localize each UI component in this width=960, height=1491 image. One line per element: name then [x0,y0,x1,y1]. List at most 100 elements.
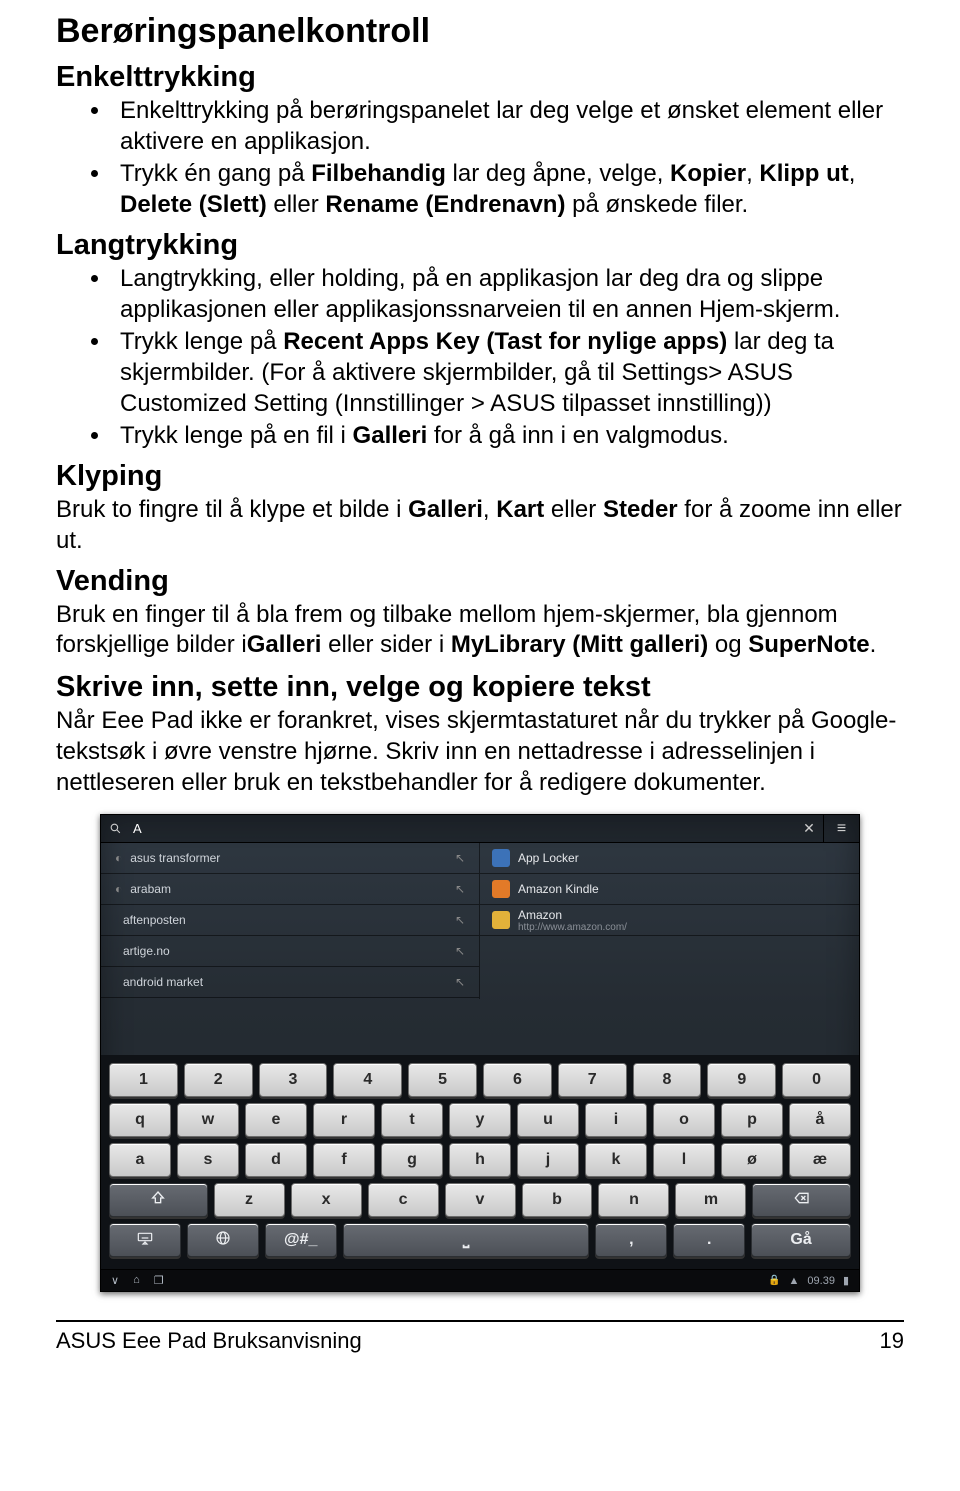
clock-icon: ◐ [115,882,122,896]
key-x[interactable]: x [291,1183,362,1217]
list-item: Trykk lenge på en fil i Galleri for å gå… [112,421,904,452]
key-n[interactable]: n [598,1183,669,1217]
shift-key[interactable] [109,1183,208,1217]
list-langtrykking: Langtrykking, eller holding, på en appli… [56,264,904,452]
bold: Galleri [353,422,428,449]
clock-icon: ◐ [115,851,122,865]
key-h[interactable]: h [449,1143,511,1177]
key-i[interactable]: i [585,1103,647,1137]
bold: Galleri [408,496,483,523]
key-m[interactable]: m [675,1183,746,1217]
backspace-key[interactable] [752,1183,851,1217]
app-icon [492,911,510,929]
key-å[interactable]: å [789,1103,851,1137]
list-item: Langtrykking, eller holding, på en appli… [112,264,904,325]
clear-icon[interactable]: ✕ [795,815,823,842]
key-z[interactable]: z [214,1183,285,1217]
tablet-screenshot: ✕ ≡ ◐asus transformer↖ ◐arabam↖ aftenpos… [100,814,860,1292]
key-s[interactable]: s [177,1143,239,1177]
key-v[interactable]: v [445,1183,516,1217]
key-2[interactable]: 2 [184,1063,253,1097]
key-b[interactable]: b [522,1183,593,1217]
key-q[interactable]: q [109,1103,171,1137]
go-key[interactable]: Gå [751,1223,851,1257]
menu-icon[interactable]: ≡ [823,815,859,842]
suggestion-item[interactable]: android market↖ [101,967,479,998]
text: Trykk lenge på [120,328,283,355]
app-result-item[interactable]: App Locker [480,843,859,874]
key-g[interactable]: g [381,1143,443,1177]
text: Langtrykking, eller holding, på en appli… [120,265,840,323]
key-ø[interactable]: ø [721,1143,783,1177]
system-navbar: ∨ ⌂ ❐ 🔒 ▲ 09.39 ▮ [101,1269,859,1291]
key-d[interactable]: d [245,1143,307,1177]
heading-skrive-inn: Skrive inn, sette inn, velge og kopiere … [56,671,904,704]
list-item: Enkelttrykking på berøringspanelet lar d… [112,96,904,157]
text: på ønskede filer. [565,191,748,218]
list-enkelttrykking: Enkelttrykking på berøringspanelet lar d… [56,96,904,221]
page-title: Berøringspanelkontroll [56,12,904,51]
suggestion-item[interactable]: aftenposten ↖ [101,905,479,936]
period-key[interactable]: . [673,1223,745,1257]
key-e[interactable]: e [245,1103,307,1137]
app-result-item[interactable]: Amazonhttp://www.amazon.com/ [480,905,859,936]
key-7[interactable]: 7 [558,1063,627,1097]
key-l[interactable]: l [653,1143,715,1177]
suggestion-item[interactable]: ◐arabam↖ [101,874,479,905]
key-4[interactable]: 4 [333,1063,402,1097]
key-t[interactable]: t [381,1103,443,1137]
key-c[interactable]: c [368,1183,439,1217]
key-0[interactable]: 0 [782,1063,851,1097]
arrow-icon: ↖ [455,913,465,927]
search-icon[interactable] [101,815,129,842]
backspace-icon [794,1190,810,1211]
key-6[interactable]: 6 [483,1063,552,1097]
app-name: Amazon [518,908,627,922]
paragraph-skrive-inn: Når Eee Pad ikke er forankret, vises skj… [56,706,904,798]
bold: Rename (Endrenavn) [325,191,565,218]
search-bar: ✕ ≡ [101,815,859,843]
bold: Filbehandig [311,160,446,187]
symbols-key[interactable]: @#_ [265,1223,337,1257]
text: , [483,496,496,523]
arrow-icon: ↖ [455,975,465,989]
bold: Kart [496,496,544,523]
key-p[interactable]: p [721,1103,783,1137]
key-o[interactable]: o [653,1103,715,1137]
suggestion-item[interactable]: ◐asus transformer↖ [101,843,479,874]
language-key[interactable] [187,1223,259,1257]
hide-keyboard-key[interactable] [109,1223,181,1257]
key-w[interactable]: w [177,1103,239,1137]
key-u[interactable]: u [517,1103,579,1137]
key-9[interactable]: 9 [707,1063,776,1097]
key-f[interactable]: f [313,1143,375,1177]
keyboard-row-4: zxcvbnm [109,1183,851,1217]
suggestion-label: aftenposten [123,913,186,927]
key-j[interactable]: j [517,1143,579,1177]
key-1[interactable]: 1 [109,1063,178,1097]
recent-icon[interactable]: ❐ [154,1274,164,1287]
key-a[interactable]: a [109,1143,171,1177]
key-æ[interactable]: æ [789,1143,851,1177]
search-input[interactable] [129,815,795,842]
space-key[interactable]: ⎵ [343,1223,590,1257]
text: Enkelttrykking på berøringspanelet lar d… [120,97,883,155]
text: Trykk én gang på [120,160,311,187]
suggestion-item[interactable]: artige.no↖ [101,936,479,967]
back-icon[interactable]: ∨ [111,1274,119,1287]
globe-icon [215,1230,231,1251]
bold: Kopier [670,160,746,187]
comma-key[interactable]: , [595,1223,667,1257]
key-r[interactable]: r [313,1103,375,1137]
key-8[interactable]: 8 [633,1063,702,1097]
key-3[interactable]: 3 [259,1063,328,1097]
key-y[interactable]: y [449,1103,511,1137]
key-k[interactable]: k [585,1143,647,1177]
keyboard-row-1: 1234567890 [109,1063,851,1097]
key-5[interactable]: 5 [408,1063,477,1097]
app-results: App Locker Amazon Kindle Amazonhttp://ww… [480,843,859,999]
text: eller sider i [321,631,450,658]
home-icon[interactable]: ⌂ [133,1274,140,1287]
app-result-item[interactable]: Amazon Kindle [480,874,859,905]
heading-klyping: Klyping [56,460,904,493]
